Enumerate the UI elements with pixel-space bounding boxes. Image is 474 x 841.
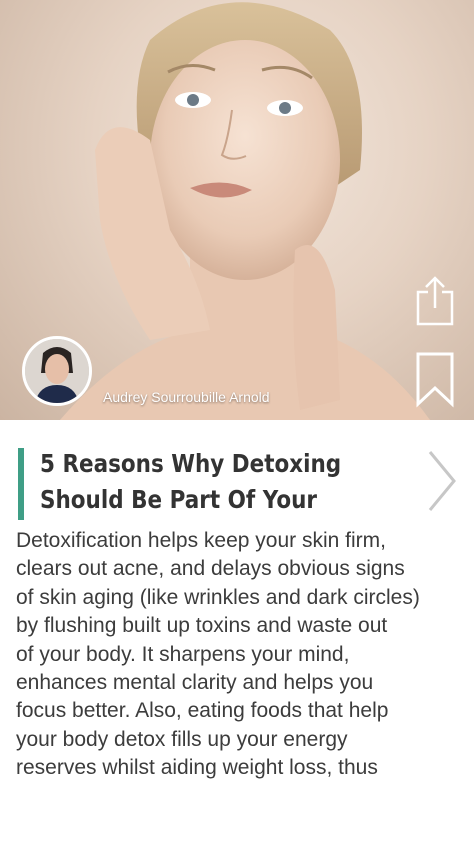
body-line: Detoxification helps keep your skin firm… xyxy=(16,529,386,552)
hero-image: Audrey Sourroubille Arnold xyxy=(0,0,474,420)
body-line: your body detox fills up your energy xyxy=(16,727,348,751)
article-headline: 5 Reasons Why Detoxing Should Be Part Of… xyxy=(40,449,342,514)
author-avatar[interactable] xyxy=(22,336,92,406)
body-line: of your body. It sharpens your mind, xyxy=(16,642,350,666)
body-line: of skin aging (like wrinkles and dark ci… xyxy=(16,585,420,609)
author-name[interactable]: Audrey Sourroubille Arnold xyxy=(103,389,270,405)
author-photo xyxy=(25,339,89,403)
share-button[interactable] xyxy=(414,276,456,326)
headline-block: 5 Reasons Why Detoxing Should Be Part Of… xyxy=(18,446,418,520)
bookmark-button[interactable] xyxy=(416,352,454,408)
body-line: focus better. Also, eating foods that he… xyxy=(16,699,389,723)
body-line: enhances mental clarity and helps you xyxy=(16,671,374,695)
next-article-button[interactable] xyxy=(424,448,458,514)
body-line: reserves whilst aiding weight loss, thus xyxy=(16,756,378,780)
accent-bar xyxy=(18,448,24,520)
article-body: Detoxification helps keep your skin firm… xyxy=(16,527,460,783)
chevron-right-icon xyxy=(428,451,456,511)
body-line: clears out acne, and delays obvious sign… xyxy=(16,557,405,581)
body-line: by flushing built up toxins and waste ou… xyxy=(16,614,388,638)
bookmark-icon xyxy=(416,352,454,408)
share-icon xyxy=(416,276,454,326)
